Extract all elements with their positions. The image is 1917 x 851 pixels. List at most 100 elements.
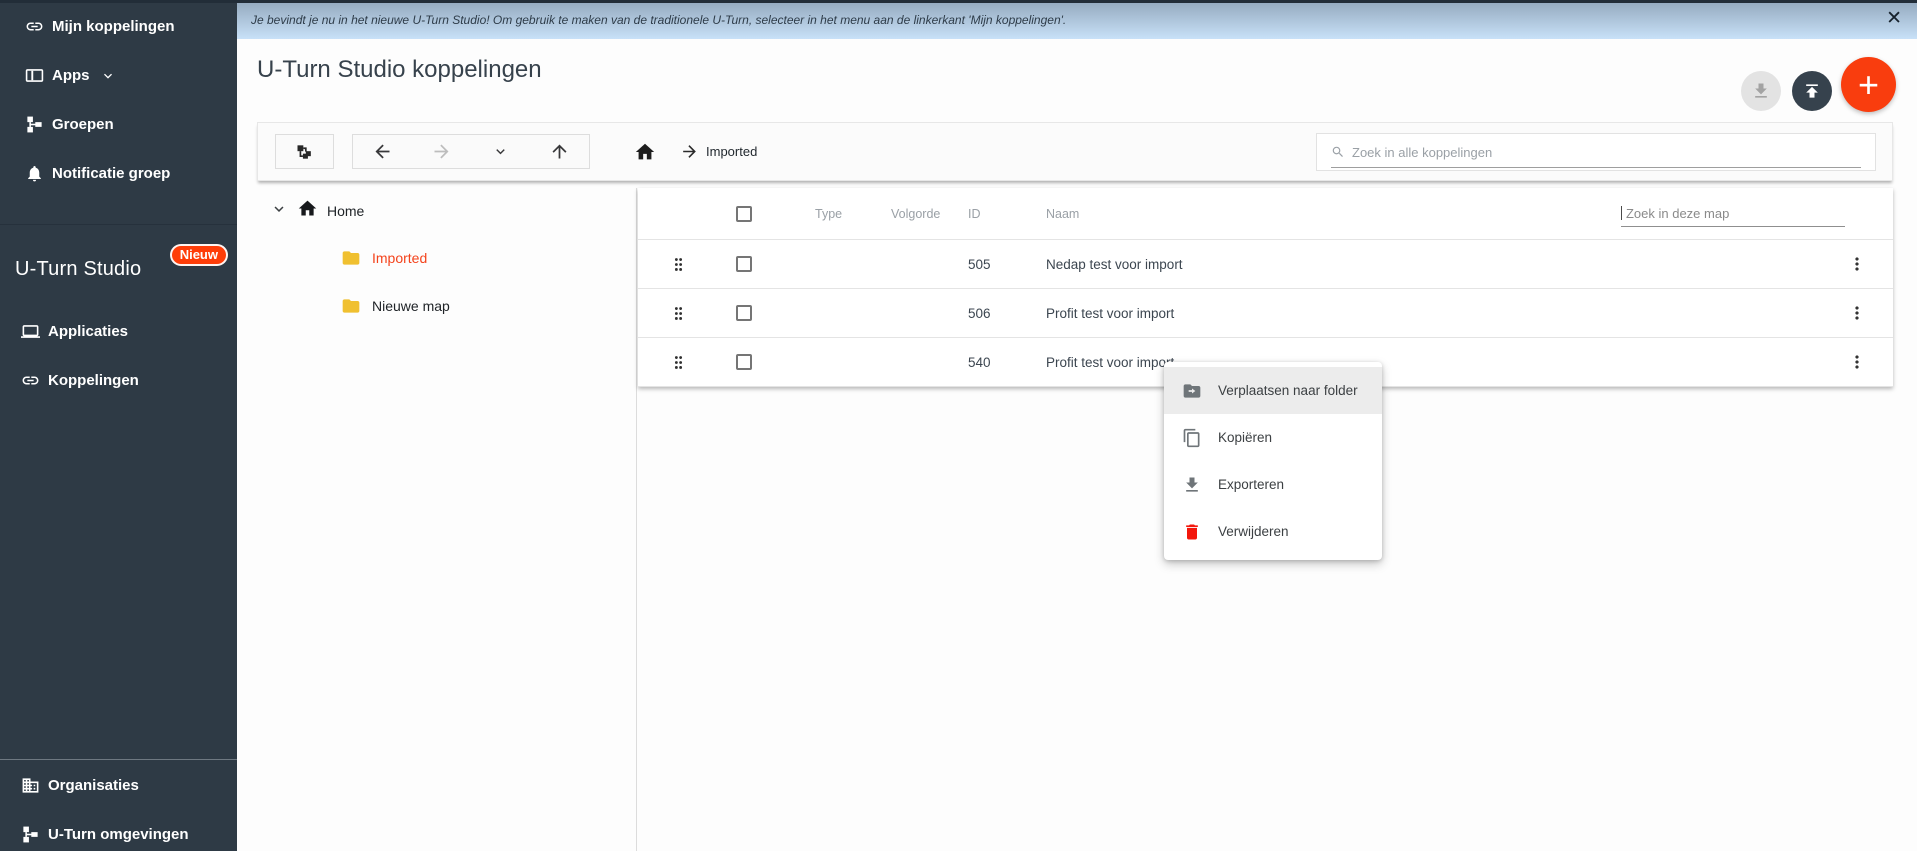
tree-item-home[interactable]: Home	[257, 188, 636, 234]
menu-item-label: Kopiëren	[1218, 430, 1272, 445]
tree-item-label: Home	[327, 203, 364, 219]
tree-view-button[interactable]	[275, 134, 334, 169]
export-download-icon	[1182, 475, 1202, 495]
page-title: U-Turn Studio koppelingen	[257, 56, 542, 84]
history-dropdown-button[interactable]	[487, 138, 514, 165]
link-icon	[21, 371, 40, 390]
main-area: Je bevindt je nu in het nieuwe U-Turn St…	[237, 0, 1917, 851]
cell-id: 506	[968, 306, 1046, 321]
folder-tree-panel: Home Imported Nieuwe map	[257, 188, 637, 851]
row-checkbox[interactable]	[736, 354, 752, 370]
sidebar-item-applicaties[interactable]: Applicaties	[0, 307, 237, 356]
breadcrumb-home-button[interactable]	[634, 141, 656, 163]
link-icon	[25, 17, 44, 36]
drag-handle-icon[interactable]	[666, 305, 690, 322]
nieuw-badge: Nieuw	[170, 244, 228, 266]
row-checkbox[interactable]	[736, 305, 752, 321]
column-header-id: ID	[968, 207, 1046, 221]
download-icon	[1751, 81, 1771, 101]
row-checkbox[interactable]	[736, 256, 752, 272]
row-menu-button[interactable]	[1847, 303, 1867, 323]
menu-item-label: Verwijderen	[1218, 524, 1289, 539]
tree-item-label: Nieuwe map	[372, 298, 450, 314]
sidebar-bottom-section: Organisaties U-Turn omgevingen	[0, 759, 237, 851]
arrow-left-icon	[372, 141, 393, 162]
sidebar-item-apps[interactable]: Apps	[0, 51, 237, 100]
table-row: 505 Nedap test voor import	[638, 240, 1893, 289]
menu-item-label: Exporteren	[1218, 477, 1284, 492]
sidebar-item-label: Organisaties	[48, 777, 139, 794]
sidebar-item-mijn-koppelingen[interactable]: Mijn koppelingen	[0, 2, 237, 51]
breadcrumb-arrow-icon	[680, 142, 699, 161]
move-to-folder-icon	[1182, 381, 1202, 401]
sidebar-item-notificatie-groep[interactable]: Notificatie groep	[0, 149, 237, 198]
sidebar-item-uturn-omgevingen[interactable]: U-Turn omgevingen	[0, 810, 237, 851]
sidebar-item-label: Groepen	[52, 116, 114, 133]
column-header-volgorde: Volgorde	[891, 207, 968, 221]
arrow-right-icon	[431, 141, 452, 162]
breadcrumb-folder[interactable]: Imported	[706, 144, 757, 159]
sidebar-item-organisaties[interactable]: Organisaties	[0, 761, 237, 810]
tree-view-icon	[295, 142, 315, 162]
folder-icon	[341, 248, 361, 268]
content-area: Home Imported Nieuwe map Type Volgorde	[257, 188, 1893, 851]
row-menu-button[interactable]	[1847, 352, 1867, 372]
home-icon	[297, 198, 318, 224]
row-context-menu: Verplaatsen naar folder Kopiëren Exporte…	[1164, 362, 1382, 560]
folder-icon	[341, 296, 361, 316]
home-icon	[634, 141, 656, 163]
chevron-down-icon[interactable]	[270, 200, 288, 223]
chevron-down-icon	[100, 68, 116, 84]
sidebar-item-label: Applicaties	[48, 323, 128, 340]
folder-search-input[interactable]	[1626, 206, 1845, 221]
global-search-box	[1316, 133, 1876, 171]
sidebar-item-label: Notificatie groep	[52, 165, 170, 182]
table-row: 506 Profit test voor import	[638, 289, 1893, 338]
folder-toolbar: Imported	[257, 122, 1893, 181]
apps-icon	[25, 66, 44, 85]
tree-item-nieuwe-map[interactable]: Nieuwe map	[257, 282, 636, 330]
banner-text: Je bevindt je nu in het nieuwe U-Turn St…	[251, 13, 1066, 27]
menu-item-label: Verplaatsen naar folder	[1218, 383, 1358, 398]
koppelingen-table: Type Volgorde ID Naam	[638, 188, 1893, 387]
kebab-icon	[1847, 303, 1867, 323]
building-icon	[21, 776, 40, 795]
menu-item-verplaatsen[interactable]: Verplaatsen naar folder	[1164, 367, 1382, 414]
info-banner: Je bevindt je nu in het nieuwe U-Turn St…	[237, 0, 1917, 39]
upload-button[interactable]	[1792, 71, 1832, 111]
up-button[interactable]	[546, 138, 573, 165]
cell-naam: Profit test voor import	[1046, 306, 1847, 321]
folder-search-box	[1621, 200, 1845, 227]
text-cursor	[1621, 206, 1622, 220]
select-all-checkbox[interactable]	[736, 206, 752, 222]
menu-item-kopieren[interactable]: Kopiëren	[1164, 414, 1382, 461]
tree-item-imported[interactable]: Imported	[257, 234, 636, 282]
tree-item-label: Imported	[372, 250, 427, 266]
table-header: Type Volgorde ID Naam	[638, 188, 1893, 240]
global-search-input[interactable]	[1352, 145, 1861, 160]
sidebar-item-label: Apps	[52, 67, 90, 84]
sidebar-item-label: U-Turn omgevingen	[48, 826, 189, 843]
forward-button[interactable]	[428, 138, 455, 165]
app-window: Mijn koppelingen Apps Groepen Notificati…	[0, 0, 1917, 851]
sidebar-item-groepen[interactable]: Groepen	[0, 100, 237, 149]
arrow-up-icon	[549, 141, 570, 162]
hierarchy-icon	[25, 115, 44, 134]
bell-icon	[25, 164, 44, 183]
drag-handle-icon[interactable]	[666, 256, 690, 273]
add-button[interactable]: +	[1841, 57, 1896, 112]
close-icon[interactable]: ✕	[1886, 6, 1902, 32]
sidebar: Mijn koppelingen Apps Groepen Notificati…	[0, 0, 237, 851]
download-button[interactable]	[1741, 71, 1781, 111]
kebab-icon	[1847, 254, 1867, 274]
menu-item-exporteren[interactable]: Exporteren	[1164, 461, 1382, 508]
cell-naam: Nedap test voor import	[1046, 257, 1847, 272]
menu-item-verwijderen[interactable]: Verwijderen	[1164, 508, 1382, 555]
sidebar-item-label: Mijn koppelingen	[52, 18, 175, 35]
back-button[interactable]	[369, 138, 396, 165]
row-menu-button[interactable]	[1847, 254, 1867, 274]
cell-id: 540	[968, 355, 1046, 370]
sidebar-item-koppelingen[interactable]: Koppelingen	[0, 356, 237, 405]
drag-handle-icon[interactable]	[666, 354, 690, 371]
search-icon	[1331, 145, 1345, 159]
